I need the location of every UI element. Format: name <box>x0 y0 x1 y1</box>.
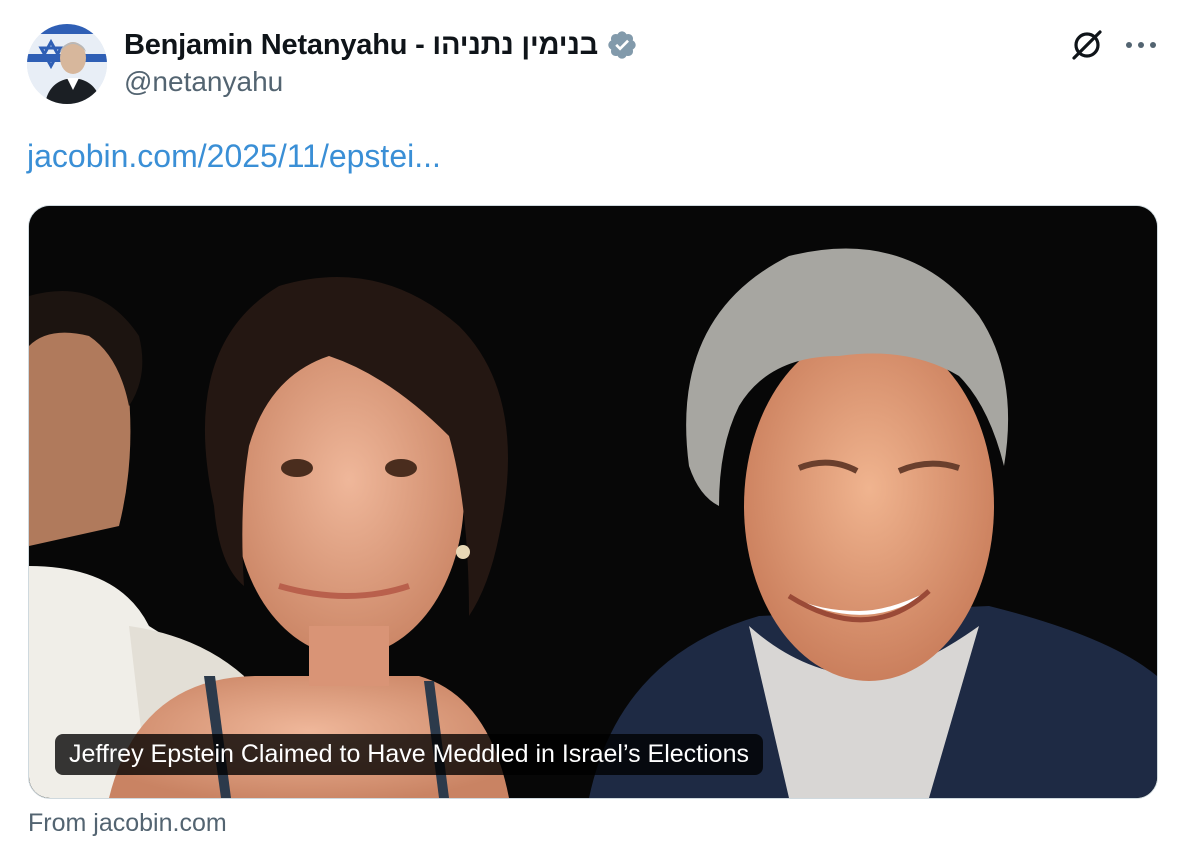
author-name-row[interactable]: Benjamin Netanyahu - בנימין נתניהו <box>124 26 638 64</box>
link-preview-card[interactable]: Jeffrey Epstein Claimed to Have Meddled … <box>28 205 1158 799</box>
avatar[interactable] <box>27 24 107 104</box>
verified-badge-icon[interactable] <box>606 29 638 61</box>
tweet-link[interactable]: jacobin.com/2025/11/epstei... <box>27 138 441 175</box>
card-title: Jeffrey Epstein Claimed to Have Meddled … <box>55 734 763 775</box>
display-name[interactable]: Benjamin Netanyahu - בנימין נתניהו <box>124 29 598 62</box>
article-photo <box>29 206 1157 798</box>
more-horizontal-icon <box>1126 42 1156 48</box>
profile-photo-icon <box>27 24 107 104</box>
grok-button[interactable] <box>1068 26 1106 64</box>
card-source[interactable]: From jacobin.com <box>28 809 227 838</box>
slashed-circle-icon <box>1072 30 1102 60</box>
more-options-button[interactable] <box>1120 26 1162 64</box>
author-handle[interactable]: @netanyahu <box>124 66 283 98</box>
